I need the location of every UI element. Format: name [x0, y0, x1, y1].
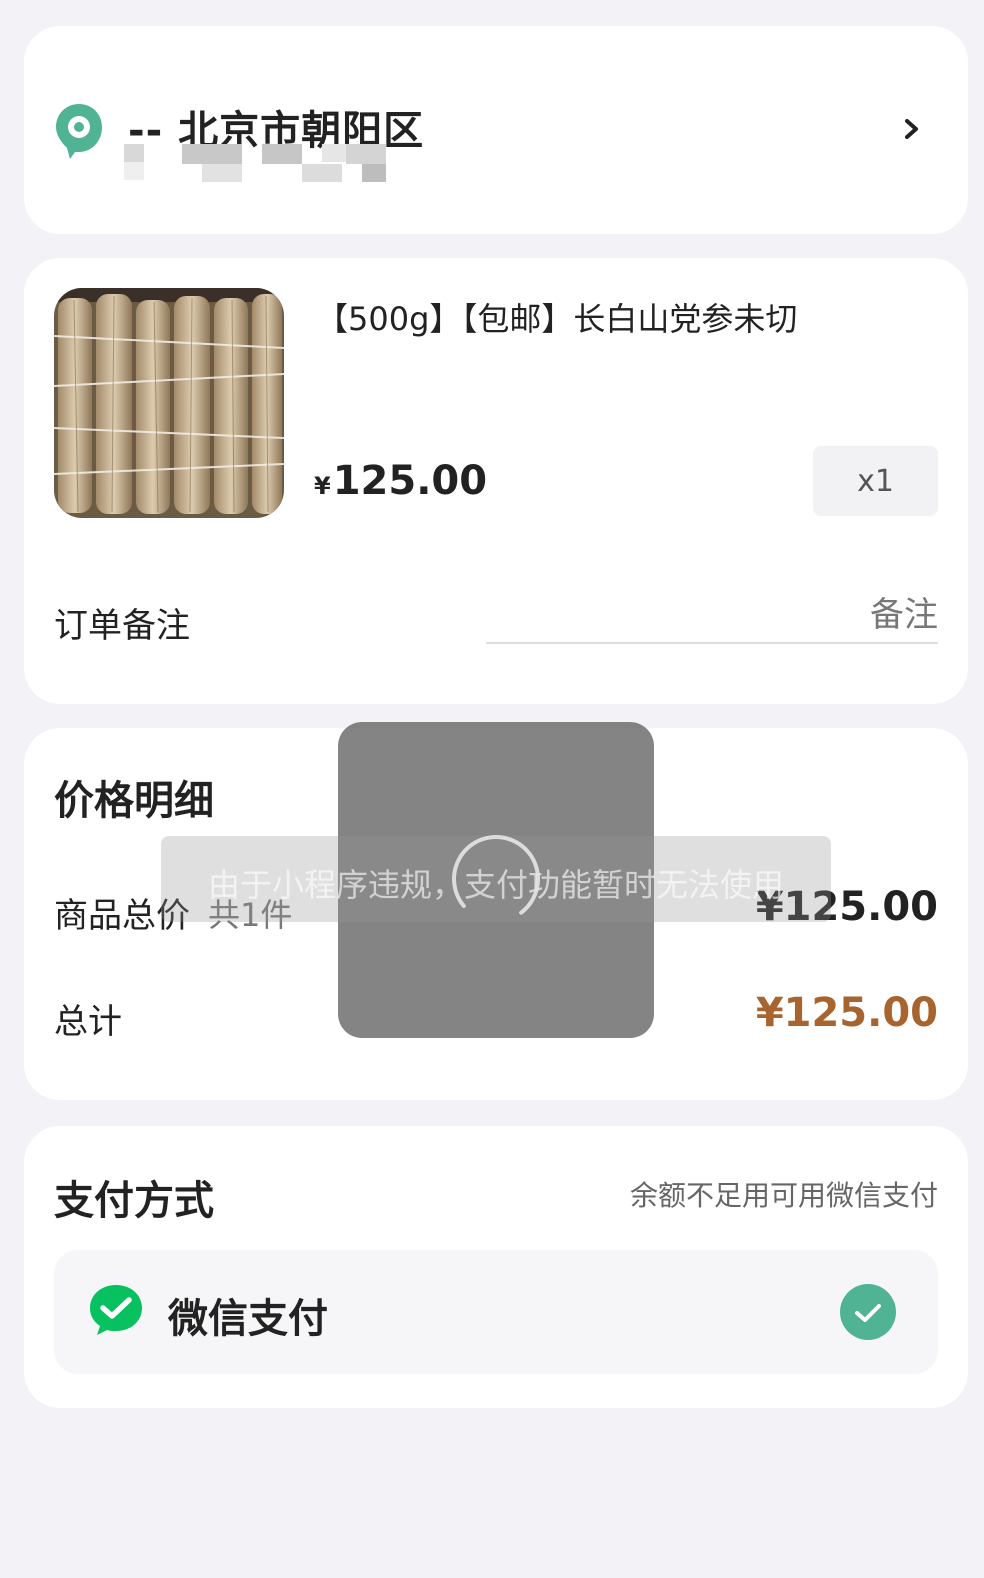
location-pin-icon [56, 104, 102, 159]
chevron-right-icon[interactable] [904, 118, 920, 140]
total-value: ¥125.00 [755, 990, 938, 1036]
currency-symbol: ¥ [314, 472, 331, 500]
wechat-pay-label: 微信支付 [168, 1296, 328, 1342]
product-price: ¥125.00 [314, 458, 487, 504]
product-price-value: 125.00 [332, 458, 488, 504]
quantity-badge[interactable]: x1 [813, 446, 938, 516]
wechat-pay-option[interactable]: 微信支付 [54, 1250, 938, 1374]
payment-method-title: 支付方式 [54, 1178, 214, 1224]
order-remark-input[interactable] [486, 588, 938, 644]
price-detail-title: 价格明细 [54, 778, 214, 824]
address-card[interactable]: -- 北京市朝阳区 [24, 26, 968, 234]
payment-note: 余额不足用可用微信支付 [629, 1179, 938, 1212]
check-icon[interactable] [840, 1284, 896, 1340]
total-label: 总计 [54, 1002, 122, 1042]
product-title: 【500g】【包邮】长白山党参未切 [316, 300, 798, 338]
product-image[interactable] [54, 288, 284, 518]
wechat-pay-icon [90, 1285, 142, 1335]
payment-method-card: 支付方式 余额不足用可用微信支付 微信支付 [24, 1126, 968, 1408]
address-detail-redacted [124, 142, 386, 184]
product-card: 【500g】【包邮】长白山党参未切 ¥125.00 x1 订单备注 [24, 258, 968, 704]
loading-spinner-icon [451, 835, 540, 923]
order-remark-label: 订单备注 [54, 606, 190, 646]
